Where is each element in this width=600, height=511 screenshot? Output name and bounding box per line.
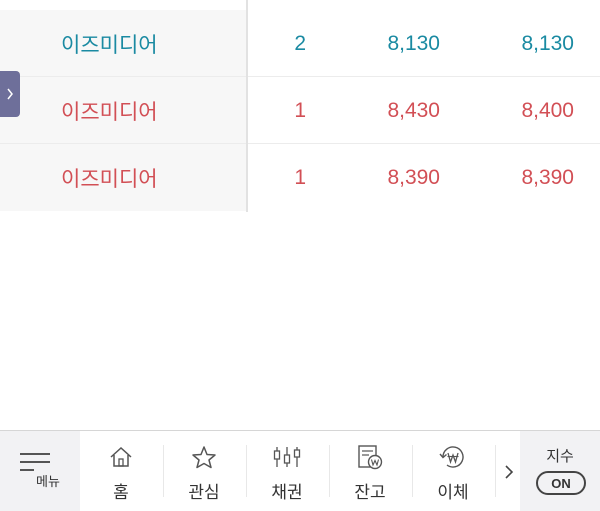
nav-label: 채권 (271, 483, 303, 502)
column-divider (246, 0, 248, 212)
chevron-right-icon (7, 88, 13, 100)
index-label: 지수 (546, 448, 574, 465)
trade-quantity: 1 (294, 165, 306, 189)
trade-price: 8,430 (387, 98, 440, 122)
nav-label: 관심 (188, 483, 220, 502)
nav-label: 이체 (437, 483, 469, 502)
trade-table: 이즈미디어 2 8,130 8,130 이즈미디어 1 8,430 8,400 … (0, 0, 600, 212)
trade-quantity: 1 (294, 98, 306, 122)
table-row[interactable]: 이즈미디어 2 8,130 8,130 (0, 10, 600, 77)
stock-name: 이즈미디어 (61, 100, 158, 124)
nav-transfer[interactable]: 이체 (412, 431, 494, 511)
trade-screen: 이즈미디어 2 8,130 8,130 이즈미디어 1 8,430 8,400 … (0, 0, 600, 511)
star-icon (191, 443, 217, 471)
index-toggle[interactable]: ON (536, 471, 586, 495)
table-row[interactable]: 이즈미디어 1 8,430 8,400 (0, 77, 600, 144)
nav-home[interactable]: 홈 (80, 431, 162, 511)
nav-divider (495, 445, 496, 497)
table-row[interactable]: 이즈미디어 1 8,390 8,390 (0, 144, 600, 211)
nav-watchlist[interactable]: 관심 (163, 431, 245, 511)
candlestick-icon (272, 443, 302, 471)
trade-quantity: 2 (294, 31, 306, 55)
trade-price: 8,130 (387, 31, 440, 55)
bottom-navigation: 메뉴 홈 관심 채권 잔고 이체 지수 ON (0, 430, 600, 511)
trade-amount: 8,390 (521, 165, 574, 189)
nav-balance[interactable]: 잔고 (329, 431, 411, 511)
home-icon (108, 443, 134, 471)
chevron-right-icon (505, 465, 514, 479)
nav-more-button[interactable] (498, 457, 520, 487)
side-panel-handle[interactable] (0, 71, 20, 117)
nav-label: 홈 (113, 483, 129, 502)
trade-price: 8,390 (387, 165, 440, 189)
nav-label: 잔고 (354, 483, 386, 502)
trade-amount: 8,400 (521, 98, 574, 122)
stock-name: 이즈미디어 (61, 167, 158, 191)
menu-label: 메뉴 (36, 474, 60, 489)
trade-amount: 8,130 (521, 31, 574, 55)
won-transfer-icon (438, 443, 468, 471)
stock-name: 이즈미디어 (61, 33, 158, 57)
menu-button[interactable]: 메뉴 (0, 431, 80, 511)
index-panel: 지수 ON (520, 431, 600, 511)
balance-doc-icon (356, 443, 384, 471)
nav-bonds[interactable]: 채권 (246, 431, 328, 511)
